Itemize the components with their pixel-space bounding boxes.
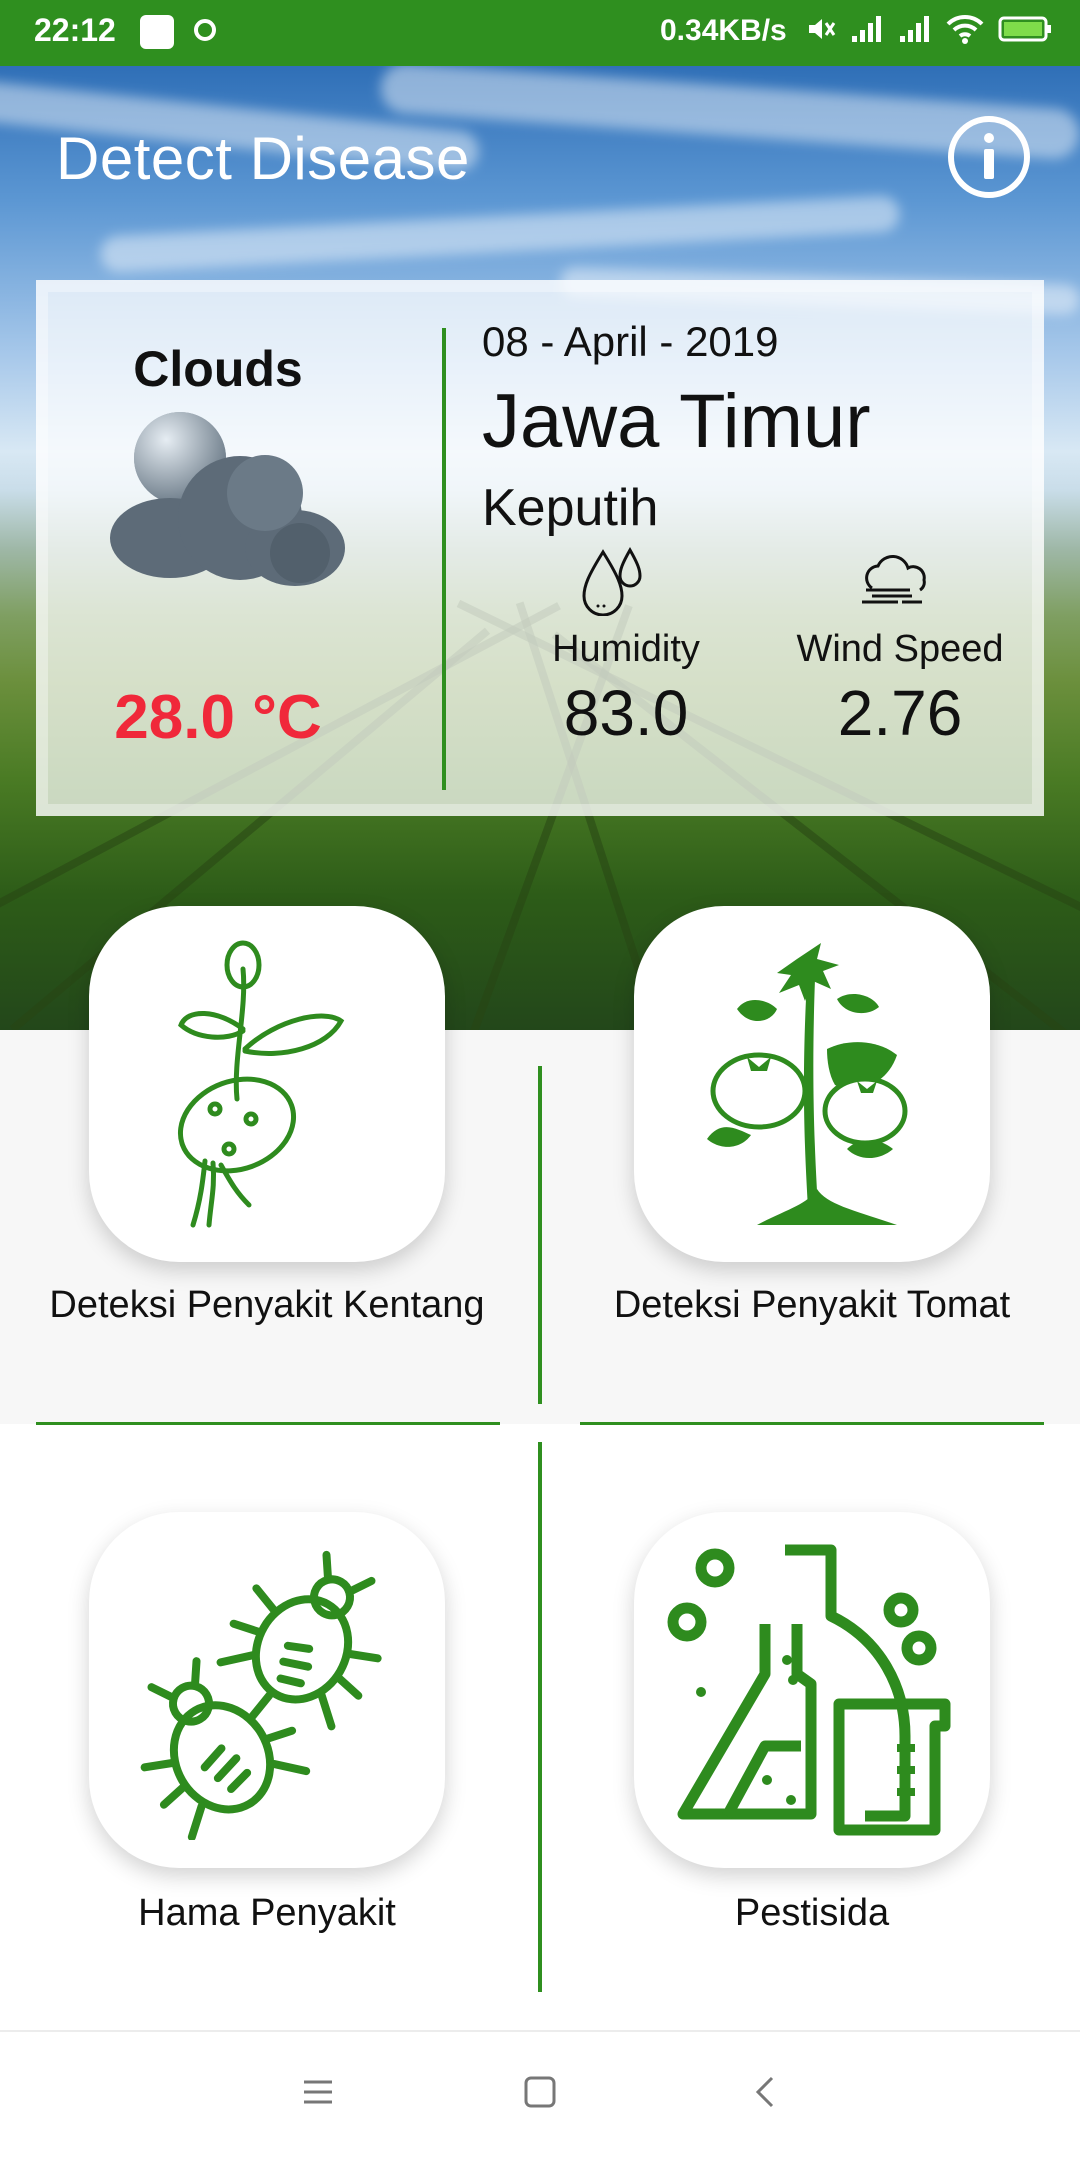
- wind-cloud-icon: [862, 555, 926, 604]
- battery-icon: [998, 16, 1051, 42]
- humidity-value: 83.0: [563, 677, 689, 749]
- status-icons: [806, 14, 1052, 44]
- pesticide-label: Pestisida: [734, 1892, 890, 1934]
- potato-detection-label: Deteksi Penyakit Kentang: [49, 1284, 485, 1326]
- temperature: 28.0 °C: [114, 683, 322, 752]
- wind-speed-value: 2.76: [837, 677, 963, 749]
- bugs-icon: [140, 1550, 382, 1840]
- grid-divider-vertical-top: [538, 1066, 542, 1404]
- network-speed: 0.34KB/s: [660, 14, 787, 47]
- status-time: 22:12: [34, 12, 116, 48]
- weather-date: 08 - April - 2019: [482, 318, 779, 365]
- tomato-detection-button[interactable]: [634, 906, 990, 1262]
- chemistry-flask-icon: [667, 1544, 951, 1836]
- menu-lines-icon[interactable]: [300, 2074, 336, 2110]
- weather-region: Jawa Timur: [482, 379, 871, 464]
- pests-label: Hama Penyakit: [138, 1892, 396, 1934]
- grid-divider-horizontal-left: [36, 1422, 500, 1425]
- tomato-detection-label: Deteksi Penyakit Tomat: [613, 1284, 1011, 1326]
- info-button[interactable]: [946, 114, 1032, 200]
- back-chevron-icon[interactable]: [748, 2074, 784, 2110]
- status-bar: 22:12 0.34KB/s: [0, 0, 1080, 66]
- cloud-icon: [110, 412, 345, 586]
- page-title: Detect Disease: [56, 125, 470, 192]
- potato-detection-button[interactable]: [89, 906, 445, 1262]
- pesticide-button[interactable]: [634, 1512, 990, 1868]
- grid-divider-vertical-bottom: [538, 1442, 542, 1992]
- mi-icon: [140, 15, 174, 49]
- tomato-plant-icon: [707, 943, 908, 1225]
- info-circle-icon: [948, 116, 1030, 198]
- signal-icon: [900, 16, 929, 42]
- mute-icon: [809, 19, 836, 39]
- weather-city: Keputih: [482, 479, 659, 537]
- water-drops-icon: [582, 546, 642, 616]
- chat-bubble-icon: [194, 19, 216, 41]
- pests-button[interactable]: [89, 1512, 445, 1868]
- humidity-label: Humidity: [552, 628, 700, 670]
- home-square-icon[interactable]: [522, 2074, 558, 2110]
- system-nav-bar: [0, 2030, 1080, 2162]
- card-divider: [442, 328, 446, 790]
- weather-card: Clouds 28.0 °C 08 - April - 2019 Jawa Ti…: [36, 280, 1044, 816]
- potato-plant-icon: [177, 940, 345, 1228]
- wind-speed-label: Wind Speed: [796, 628, 1004, 670]
- grid-divider-horizontal-right: [580, 1422, 1044, 1425]
- signal-icon: [852, 16, 881, 42]
- weather-condition: Clouds: [133, 341, 303, 397]
- wifi-icon: [946, 14, 984, 44]
